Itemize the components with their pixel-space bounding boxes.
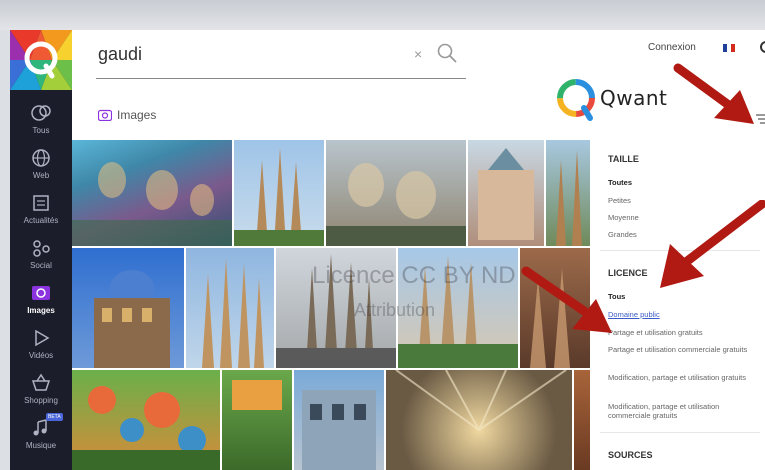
image-result[interactable]: [546, 140, 592, 246]
image-result[interactable]: [276, 248, 396, 368]
sidebar-item-social[interactable]: Social: [10, 235, 72, 279]
sidebar-item-tous[interactable]: Tous: [10, 100, 72, 144]
size-option-small[interactable]: Petites: [608, 196, 748, 205]
filter-icon[interactable]: [756, 114, 765, 124]
licence-option-modify-commercial[interactable]: Modification, partage et utilisation com…: [608, 402, 748, 420]
image-result[interactable]: [234, 140, 324, 246]
size-option-all[interactable]: Toutes: [608, 178, 748, 187]
licence-option-share-commercial[interactable]: Partage et utilisation commerciale gratu…: [608, 345, 748, 354]
image-results-grid: Licence CC BY ND Attribution: [72, 140, 592, 470]
sidebar-item-label: Musique: [25, 441, 57, 450]
image-result[interactable]: [468, 140, 544, 246]
divider: [600, 250, 760, 251]
globe-people-icon: [31, 105, 51, 121]
filter-panel: TAILLE Toutes Petites Moyenne Grandes LI…: [590, 140, 765, 470]
sidebar-item-images[interactable]: Images: [10, 280, 72, 324]
sidebar-item-web[interactable]: Web: [10, 145, 72, 189]
sidebar-item-shopping[interactable]: Shopping: [10, 370, 72, 414]
basket-icon: [31, 373, 51, 391]
sidebar-item-label: Web: [32, 171, 50, 180]
divider: [600, 432, 760, 433]
image-result[interactable]: [186, 248, 274, 368]
search-icon[interactable]: [436, 42, 458, 64]
licence-option-all[interactable]: Tous: [608, 292, 748, 301]
globe-icon: [32, 149, 50, 167]
clear-search-icon[interactable]: ×: [414, 46, 422, 62]
qwant-wordmark: Qwant: [600, 86, 668, 110]
sidebar-item-label: Images: [27, 306, 55, 315]
image-result[interactable]: [222, 370, 292, 470]
sidebar-item-actualites[interactable]: Actualités: [10, 190, 72, 234]
sidebar-item-label: Actualités: [23, 216, 59, 225]
size-filter-title: TAILLE: [608, 154, 639, 164]
social-icon: [33, 240, 50, 257]
sidebar-item-musique[interactable]: BETA Musique: [10, 413, 72, 459]
size-option-large[interactable]: Grandes: [608, 230, 748, 239]
news-icon: [33, 195, 49, 211]
vertical-header: Images: [98, 108, 156, 122]
search-underline: [96, 78, 466, 79]
licence-option-modify-share[interactable]: Modification, partage et utilisation gra…: [608, 373, 748, 382]
sidebar: Tous Web Actualités Social Images Vidéos…: [10, 30, 72, 470]
sidebar-item-label: Shopping: [24, 396, 58, 405]
connexion-link[interactable]: Connexion: [648, 42, 696, 53]
licence-filter-title: LICENCE: [608, 268, 648, 278]
sidebar-item-label: Tous: [32, 126, 50, 135]
camera-icon: [32, 286, 50, 300]
french-flag-icon[interactable]: [723, 44, 735, 52]
camera-icon: [98, 109, 112, 121]
sidebar-item-videos[interactable]: Vidéos: [10, 325, 72, 369]
settings-icon[interactable]: [756, 40, 765, 54]
sidebar-item-label: Social: [30, 261, 52, 270]
search-input[interactable]: gaudi: [98, 44, 142, 65]
licence-option-share-use[interactable]: Partage et utilisation gratuits: [608, 328, 748, 337]
beta-badge: BETA: [46, 413, 63, 421]
image-result[interactable]: [72, 140, 232, 246]
image-result[interactable]: [398, 248, 518, 368]
qwant-logo-tile[interactable]: [10, 30, 72, 90]
sources-filter-title: SOURCES: [608, 450, 653, 460]
qwant-page: Tous Web Actualités Social Images Vidéos…: [10, 30, 765, 470]
browser-top-band: [0, 0, 765, 30]
licence-option-public-domain[interactable]: Domaine public: [608, 310, 748, 319]
image-result[interactable]: [326, 140, 466, 246]
vertical-title: Images: [117, 108, 157, 122]
image-result[interactable]: [72, 370, 220, 470]
image-result[interactable]: [72, 248, 184, 368]
sidebar-item-label: Vidéos: [28, 351, 54, 360]
image-result[interactable]: [294, 370, 384, 470]
image-result[interactable]: [386, 370, 572, 470]
size-option-medium[interactable]: Moyenne: [608, 213, 748, 222]
play-icon: [35, 329, 50, 347]
image-result[interactable]: [520, 248, 592, 368]
